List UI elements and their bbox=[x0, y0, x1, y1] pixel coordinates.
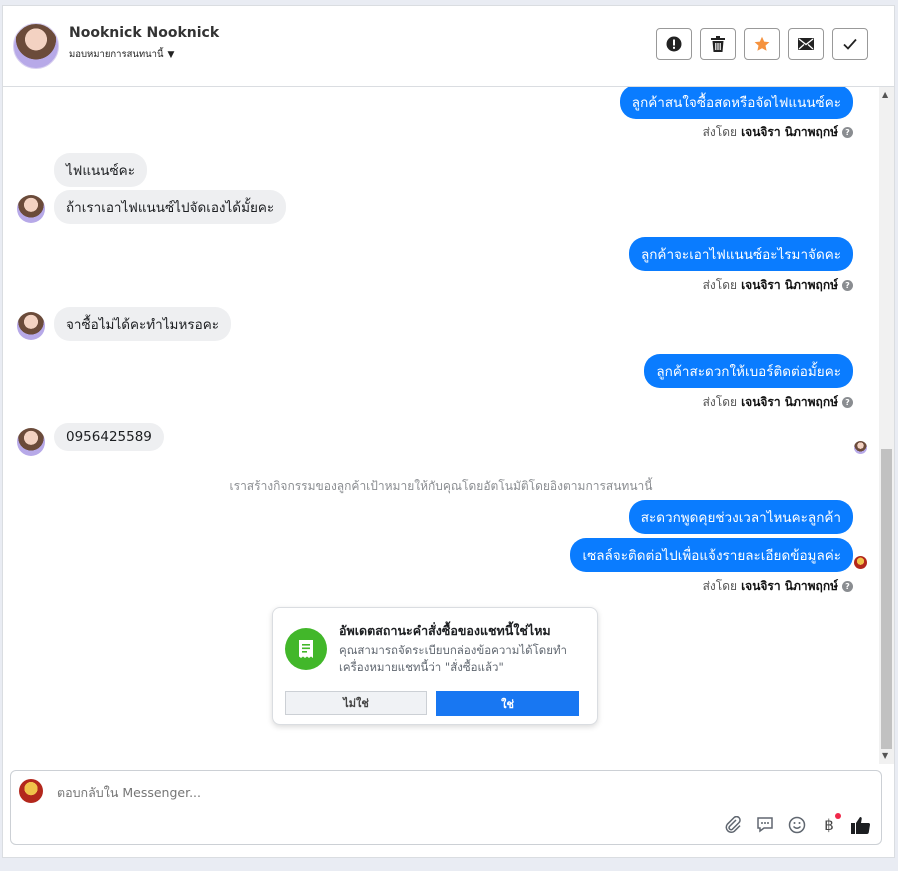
assign-label: มอบหมายการสนทนานี้ bbox=[69, 49, 164, 60]
emoji-icon[interactable] bbox=[787, 815, 807, 835]
reply-composer: ฿ bbox=[10, 770, 882, 845]
star-button[interactable] bbox=[744, 28, 780, 60]
incoming-message[interactable]: จาซื้อไม่ได้คะทำไมหรอคะ bbox=[54, 307, 231, 341]
order-status-card: อัพเดตสถานะคำสั่งซื้อของแชทนี้ใช่ไหม คุณ… bbox=[272, 607, 598, 725]
baht-icon[interactable]: ฿ bbox=[819, 813, 841, 835]
mail-icon bbox=[798, 38, 814, 50]
scrollbar[interactable]: ▲ ▼ bbox=[879, 87, 894, 764]
check-icon bbox=[843, 38, 857, 50]
yes-button[interactable]: ใช่ bbox=[436, 691, 579, 716]
composer-tools: ฿ bbox=[723, 813, 871, 835]
system-note: เราสร้างกิจกรรมของลูกค้าเป้าหมายให้กับคุ… bbox=[229, 479, 653, 493]
attach-icon[interactable] bbox=[723, 815, 743, 835]
header-actions bbox=[656, 28, 868, 60]
info-icon[interactable]: ? bbox=[842, 397, 853, 408]
contact-avatar[interactable] bbox=[13, 23, 59, 69]
notification-dot bbox=[835, 813, 841, 819]
delete-button[interactable] bbox=[700, 28, 736, 60]
seen-avatar bbox=[854, 556, 867, 569]
sent-by-label: ส่งโดย เจนจิรา นิภาพฤกษ์ ? bbox=[703, 393, 853, 412]
mark-done-button[interactable] bbox=[832, 28, 868, 60]
trash-icon bbox=[711, 36, 725, 52]
reply-input[interactable] bbox=[55, 781, 659, 803]
caret-down-icon: ▼ bbox=[167, 49, 175, 60]
sent-by-prefix: ส่งโดย bbox=[702, 395, 738, 409]
star-icon bbox=[754, 36, 770, 51]
sent-by-label: ส่งโดย เจนจิรา นิภาพฤกษ์ ? bbox=[703, 577, 853, 596]
incoming-message[interactable]: ไฟแนนซ์คะ bbox=[54, 153, 147, 187]
incoming-message[interactable]: 0956425589 bbox=[54, 423, 164, 451]
conversation-header: Nooknick Nooknick มอบหมายการสนทนานี้ ▼ bbox=[3, 6, 894, 87]
scrollbar-thumb[interactable] bbox=[881, 449, 892, 749]
sent-by-agent: เจนจิรา นิภาพฤกษ์ bbox=[741, 395, 838, 409]
baht-glyph: ฿ bbox=[824, 816, 834, 834]
message-thread[interactable]: ลูกค้าสนใจซื้อสดหรือจัดไฟแนนซ์คะ ส่งโดย … bbox=[3, 87, 879, 764]
contact-avatar-small bbox=[17, 312, 45, 340]
saved-reply-icon[interactable] bbox=[755, 815, 775, 835]
sent-by-prefix: ส่งโดย bbox=[702, 579, 738, 593]
sent-by-agent: เจนจิรา นิภาพฤกษ์ bbox=[741, 579, 838, 593]
report-icon bbox=[666, 36, 682, 52]
contact-avatar-small bbox=[17, 428, 45, 456]
info-icon[interactable]: ? bbox=[842, 280, 853, 291]
mark-unread-button[interactable] bbox=[788, 28, 824, 60]
outgoing-message[interactable]: เซลล์จะติดต่อไปเพื่อแจ้งรายละเอียดข้อมูล… bbox=[570, 538, 853, 572]
page-avatar bbox=[19, 779, 43, 803]
info-icon[interactable]: ? bbox=[842, 581, 853, 592]
sent-by-agent: เจนจิรา นิภาพฤกษ์ bbox=[741, 278, 838, 292]
contact-avatar-small bbox=[17, 195, 45, 223]
receipt-icon bbox=[285, 628, 327, 670]
scroll-down-icon[interactable]: ▼ bbox=[882, 751, 888, 760]
outgoing-message[interactable]: ลูกค้าสะดวกให้เบอร์ติดต่อมั้ยคะ bbox=[644, 354, 853, 388]
outgoing-message[interactable]: ลูกค้าจะเอาไฟแนนซ์อะไรมาจัดคะ bbox=[628, 237, 853, 271]
sent-by-label: ส่งโดย เจนจิรา นิภาพฤกษ์ ? bbox=[703, 123, 853, 142]
sent-by-prefix: ส่งโดย bbox=[702, 278, 738, 292]
no-button[interactable]: ไม่ใช่ bbox=[285, 691, 427, 715]
conversation-panel: Nooknick Nooknick มอบหมายการสนทนานี้ ▼ ล… bbox=[2, 5, 895, 858]
sent-by-label: ส่งโดย เจนจิรา นิภาพฤกษ์ ? bbox=[703, 276, 853, 295]
like-icon[interactable] bbox=[851, 815, 871, 835]
report-spam-button[interactable] bbox=[656, 28, 692, 60]
info-icon[interactable]: ? bbox=[842, 127, 853, 138]
card-title: อัพเดตสถานะคำสั่งซื้อของแชทนี้ใช่ไหม bbox=[339, 623, 551, 638]
card-body: คุณสามารถจัดระเบียบกล่องข้อความได้โดยทำเ… bbox=[339, 643, 568, 674]
incoming-message[interactable]: ถ้าเราเอาไฟแนนซ์ไปจัดเองได้มั้ยคะ bbox=[54, 190, 287, 224]
scroll-up-icon[interactable]: ▲ bbox=[882, 90, 888, 99]
assign-conversation-dropdown[interactable]: มอบหมายการสนทนานี้ ▼ bbox=[69, 47, 174, 62]
contact-name[interactable]: Nooknick Nooknick bbox=[69, 25, 219, 41]
outgoing-message[interactable]: สะดวกพูดคุยช่วงเวลาไหนคะลูกค้า bbox=[628, 500, 853, 534]
sent-by-agent: เจนจิรา นิภาพฤกษ์ bbox=[741, 125, 838, 139]
sent-by-prefix: ส่งโดย bbox=[702, 125, 738, 139]
outgoing-message[interactable]: ลูกค้าสนใจซื้อสดหรือจัดไฟแนนซ์คะ bbox=[619, 87, 853, 119]
seen-avatar bbox=[854, 441, 867, 454]
